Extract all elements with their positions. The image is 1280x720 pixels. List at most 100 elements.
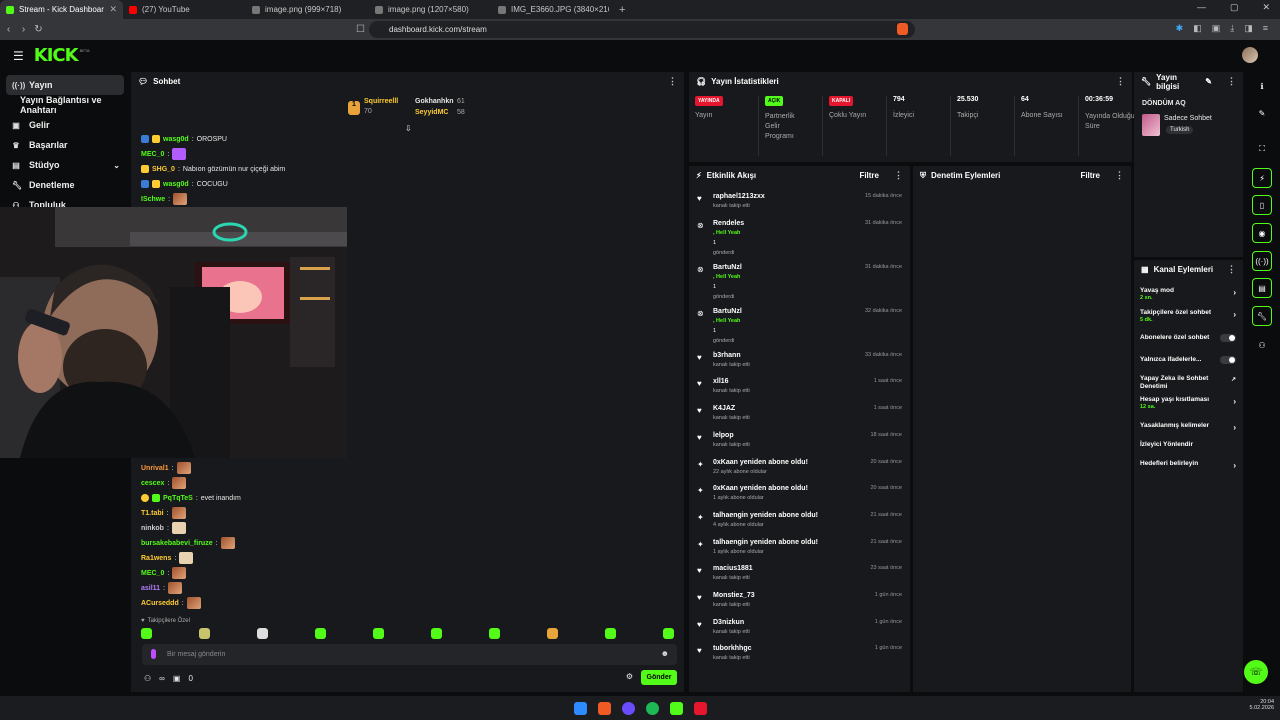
kick-logo[interactable]: KICK xyxy=(34,45,79,66)
translate-icon[interactable]: ✱ xyxy=(1176,23,1184,34)
bolt-icon[interactable]: ⚡︎ xyxy=(1252,168,1272,188)
avatar[interactable] xyxy=(1242,47,1258,63)
forward-icon[interactable]: › xyxy=(17,24,30,35)
download-icon[interactable]: ⤓ xyxy=(1230,23,1234,34)
chat-username[interactable]: cescex xyxy=(141,480,164,487)
close-tab-icon[interactable]: ✕ xyxy=(109,4,117,15)
system-clock[interactable]: 20:04 5.02.2026 xyxy=(1250,699,1274,711)
chat-username[interactable]: Ra1wens xyxy=(141,555,171,562)
browser-tab[interactable]: Stream - Kick Dashboard ✕ xyxy=(0,0,123,19)
calendar-icon[interactable]: ▤ xyxy=(1252,278,1272,298)
chat-username[interactable]: Unrival1 xyxy=(141,465,169,472)
sidebar-item-achievements[interactable]: ♛ Başarılar xyxy=(0,135,130,155)
community-icon[interactable]: ⚇ xyxy=(1252,335,1272,355)
wrench-icon[interactable]: 🔧︎ xyxy=(1252,306,1272,326)
send-button[interactable]: Gönder xyxy=(641,670,677,685)
emote-button[interactable] xyxy=(257,628,268,639)
edit-icon[interactable]: ✎ xyxy=(1205,77,1212,86)
chat-username[interactable]: ISchwe xyxy=(141,196,165,203)
emote-button[interactable] xyxy=(141,628,152,639)
hamburger-menu-icon[interactable]: ☰ xyxy=(13,49,24,63)
kick-app-icon[interactable] xyxy=(669,701,683,715)
back-icon[interactable]: ‹ xyxy=(2,24,15,35)
more-options-icon[interactable]: ⋮ xyxy=(1116,76,1125,87)
toggle-switch[interactable] xyxy=(1220,356,1236,364)
chat-input[interactable]: Bir mesaj gönderin ☻ xyxy=(142,644,677,665)
help-chat-button[interactable]: ☏ xyxy=(1244,660,1268,684)
new-tab-button[interactable]: + xyxy=(619,4,625,16)
chat-username[interactable]: MEC_0 xyxy=(141,570,164,577)
emote-button[interactable] xyxy=(605,628,616,639)
emote-button[interactable] xyxy=(315,628,326,639)
maximize-icon[interactable]: ▢ xyxy=(1230,2,1239,13)
broadcast-icon[interactable]: ((·)) xyxy=(1252,251,1272,271)
chat-username[interactable]: ACurseddd xyxy=(141,600,179,607)
close-window-icon[interactable]: ✕ xyxy=(1262,2,1270,13)
extensions-icon[interactable]: ◧ xyxy=(1193,23,1202,34)
wallet-icon[interactable]: ▣ xyxy=(1212,23,1221,34)
sidebar-item-studio[interactable]: ▤ Stüdyo ⌄ xyxy=(0,155,130,175)
more-options-icon[interactable]: ⋮ xyxy=(1227,264,1236,275)
menu-icon[interactable]: ≡ xyxy=(1263,23,1268,34)
brave-browser-icon[interactable] xyxy=(597,701,611,715)
chat-username[interactable]: wasg0d xyxy=(163,136,189,143)
more-options-icon[interactable]: ⋮ xyxy=(1115,170,1124,181)
app-icon[interactable] xyxy=(621,701,635,715)
chat-username[interactable]: SHG_0 xyxy=(152,166,175,173)
browser-tab[interactable]: (27) YouTube xyxy=(123,0,246,19)
chat-username[interactable]: asil11 xyxy=(141,585,160,592)
chat-icon[interactable]: ◉ xyxy=(1252,223,1272,243)
emote-button[interactable] xyxy=(663,628,674,639)
channel-action-item[interactable]: Abonelere özel sohbet xyxy=(1140,334,1240,342)
sidebar-item-stream-key[interactable]: Yayın Bağlantısı ve Anahtarı xyxy=(0,95,130,115)
emote-button[interactable] xyxy=(373,628,384,639)
chat-username[interactable]: T1.tabi xyxy=(141,510,164,517)
emote-button[interactable] xyxy=(199,628,210,639)
more-options-icon[interactable]: ⋮ xyxy=(894,170,903,181)
emoji-picker-icon[interactable]: ☻ xyxy=(661,649,669,658)
spotify-icon[interactable] xyxy=(645,701,659,715)
channel-action-item[interactable]: Yapay Zeka ile Sohbet Denetimi ↗ xyxy=(1140,375,1240,391)
channel-action-item[interactable]: Hedefleri belirleyin › xyxy=(1140,460,1240,470)
filter-button[interactable]: Filtre xyxy=(1080,171,1100,180)
connections-icon[interactable]: ⚇ xyxy=(144,674,151,683)
category-name[interactable]: Sadece Sohbet xyxy=(1164,115,1212,122)
scroll-down-icon[interactable]: ⇩ xyxy=(405,124,412,133)
settings-gear-icon[interactable]: ⚙ xyxy=(626,672,633,681)
info-icon[interactable]: ℹ xyxy=(1252,76,1272,96)
channel-action-item[interactable]: Takipçilere özel sohbet 5 dk. › xyxy=(1140,309,1240,323)
emote-button[interactable] xyxy=(547,628,558,639)
filter-button[interactable]: Filtre xyxy=(859,171,879,180)
sidebar-icon[interactable]: ◨ xyxy=(1244,23,1253,34)
channel-action-item[interactable]: Yalnızca ifadelerle... xyxy=(1140,356,1240,364)
book-icon[interactable]: ▯ xyxy=(1252,195,1272,215)
minimize-icon[interactable]: — xyxy=(1197,2,1206,13)
brave-shield-icon[interactable] xyxy=(897,23,908,35)
channel-action-item[interactable]: İzleyici Yönlendir xyxy=(1140,441,1240,449)
more-options-icon[interactable]: ⋮ xyxy=(1227,76,1236,87)
emote-button[interactable] xyxy=(431,628,442,639)
more-options-icon[interactable]: ⋮ xyxy=(668,76,677,87)
channel-action-item[interactable]: Hesap yaşı kısıtlaması 12 sa. › xyxy=(1140,396,1240,410)
sidebar-item-revenue[interactable]: ▣ Gelir xyxy=(0,115,130,135)
emote-button[interactable] xyxy=(489,628,500,639)
chat-username[interactable]: MEC_0 xyxy=(141,151,164,158)
sidebar-item-stream[interactable]: ((·)) Yayın xyxy=(6,75,124,95)
url-field[interactable]: dashboard.kick.com/stream xyxy=(369,21,915,38)
chat-username[interactable]: wasg0d xyxy=(163,181,189,188)
sidebar-item-moderation[interactable]: 🔧︎ Denetleme xyxy=(0,175,130,195)
chat-username[interactable]: bursakebabevi_firuze xyxy=(141,540,213,547)
browser-tab[interactable]: image.png (999×718) xyxy=(246,0,369,19)
edit-icon[interactable]: ✎ xyxy=(1252,103,1272,123)
chat-username[interactable]: ninkob xyxy=(141,525,164,532)
reload-icon[interactable]: ↻ xyxy=(32,24,45,35)
channel-action-item[interactable]: Yasaklanmış kelimeler › xyxy=(1140,422,1240,432)
toggle-switch[interactable] xyxy=(1220,334,1236,342)
bookmark-icon[interactable]: ☐ xyxy=(354,24,367,35)
app-icon[interactable] xyxy=(693,701,707,715)
mic-icon[interactable] xyxy=(151,649,156,659)
browser-tab[interactable]: IMG_E3660.JPG (3840×2160) xyxy=(492,0,615,19)
chat-username[interactable]: PqTqTeS xyxy=(163,495,193,502)
browser-tab[interactable]: image.png (1207×580) xyxy=(369,0,492,19)
channel-action-item[interactable]: Yavaş mod 2 sn. › xyxy=(1140,287,1240,301)
